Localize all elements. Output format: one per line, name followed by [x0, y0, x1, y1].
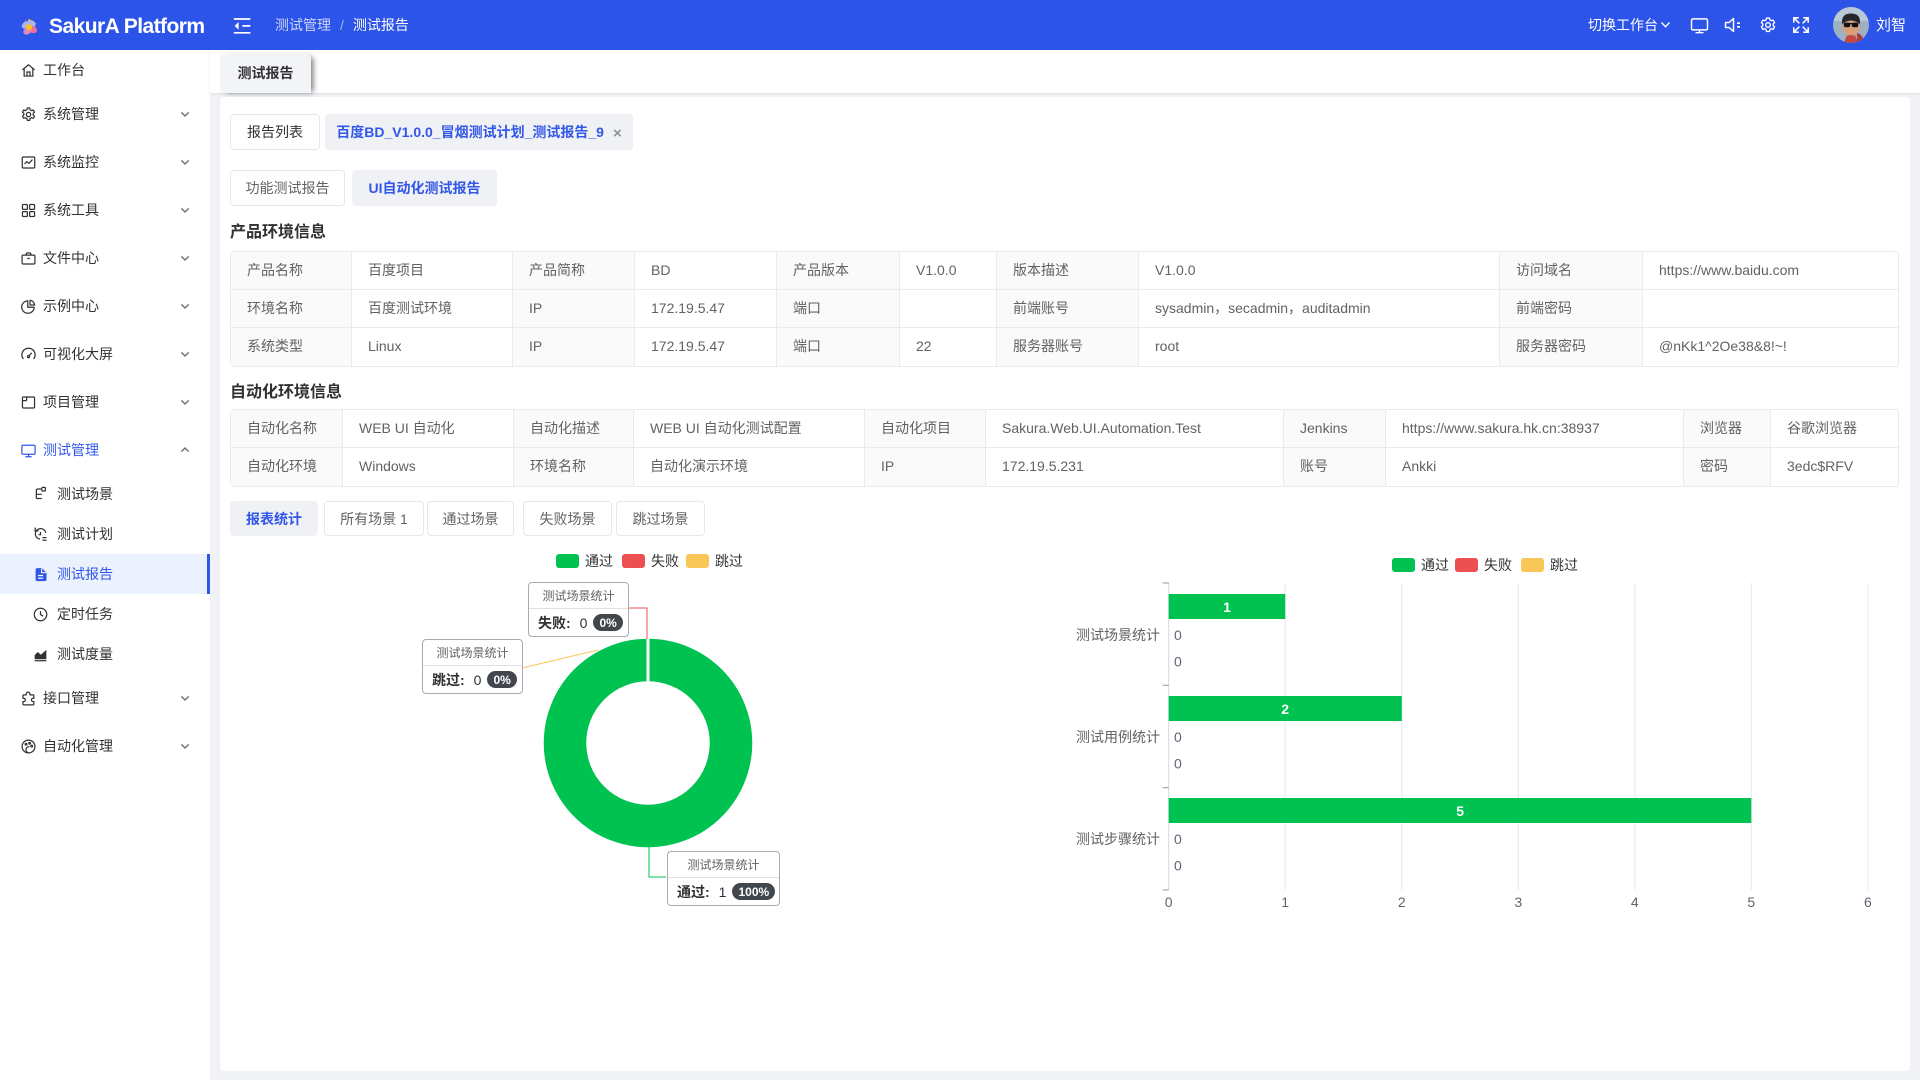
svg-text:0: 0: [1165, 892, 1173, 912]
svg-text:0: 0: [1174, 727, 1182, 747]
svg-text:0: 0: [1174, 651, 1182, 671]
svg-text:0: 0: [1174, 829, 1182, 849]
svg-text:2: 2: [1398, 892, 1406, 912]
svg-text:6: 6: [1864, 892, 1872, 912]
svg-text:通过: 通过: [585, 551, 613, 571]
svg-text:测试场景统计: 测试场景统计: [1076, 625, 1160, 645]
svg-text:5: 5: [1456, 801, 1464, 821]
svg-text:0: 0: [1174, 625, 1182, 645]
svg-text:测试用例统计: 测试用例统计: [1076, 727, 1160, 747]
svg-text:0: 0: [1174, 855, 1182, 875]
svg-text:4: 4: [1631, 892, 1639, 912]
svg-text:跳过: 跳过: [1550, 555, 1578, 575]
svg-text:5: 5: [1747, 892, 1755, 912]
svg-text:3: 3: [1514, 892, 1522, 912]
svg-text:1: 1: [1281, 892, 1289, 912]
svg-text:0: 0: [1174, 753, 1182, 773]
svg-text:2: 2: [1281, 699, 1289, 719]
svg-text:测试步骤统计: 测试步骤统计: [1076, 829, 1160, 849]
svg-text:通过: 通过: [1421, 555, 1449, 575]
svg-text:失败: 失败: [1484, 555, 1512, 575]
svg-text:失败: 失败: [651, 551, 679, 571]
svg-text:跳过: 跳过: [715, 551, 743, 571]
svg-text:1: 1: [1223, 597, 1231, 617]
